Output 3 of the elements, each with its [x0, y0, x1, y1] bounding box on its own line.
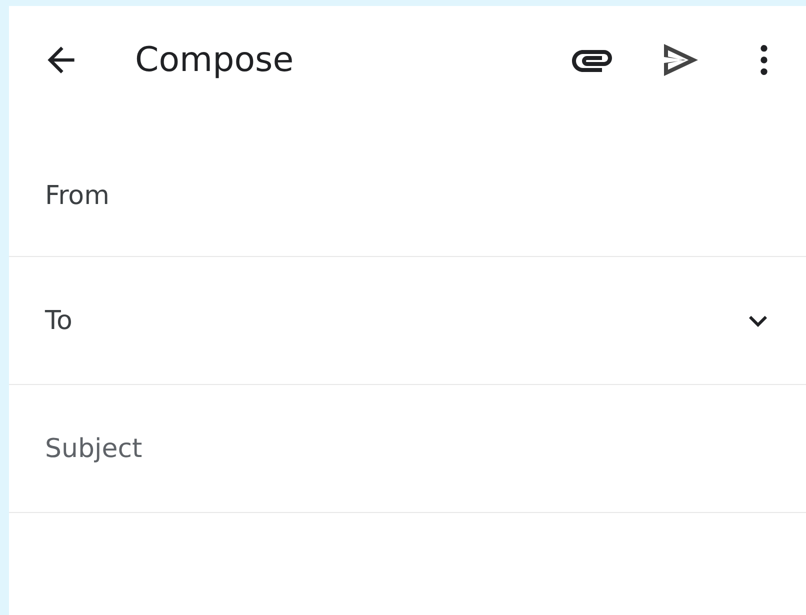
screen-title: Compose [135, 40, 295, 80]
field-label: From [45, 181, 110, 211]
field-label: To [45, 306, 74, 336]
